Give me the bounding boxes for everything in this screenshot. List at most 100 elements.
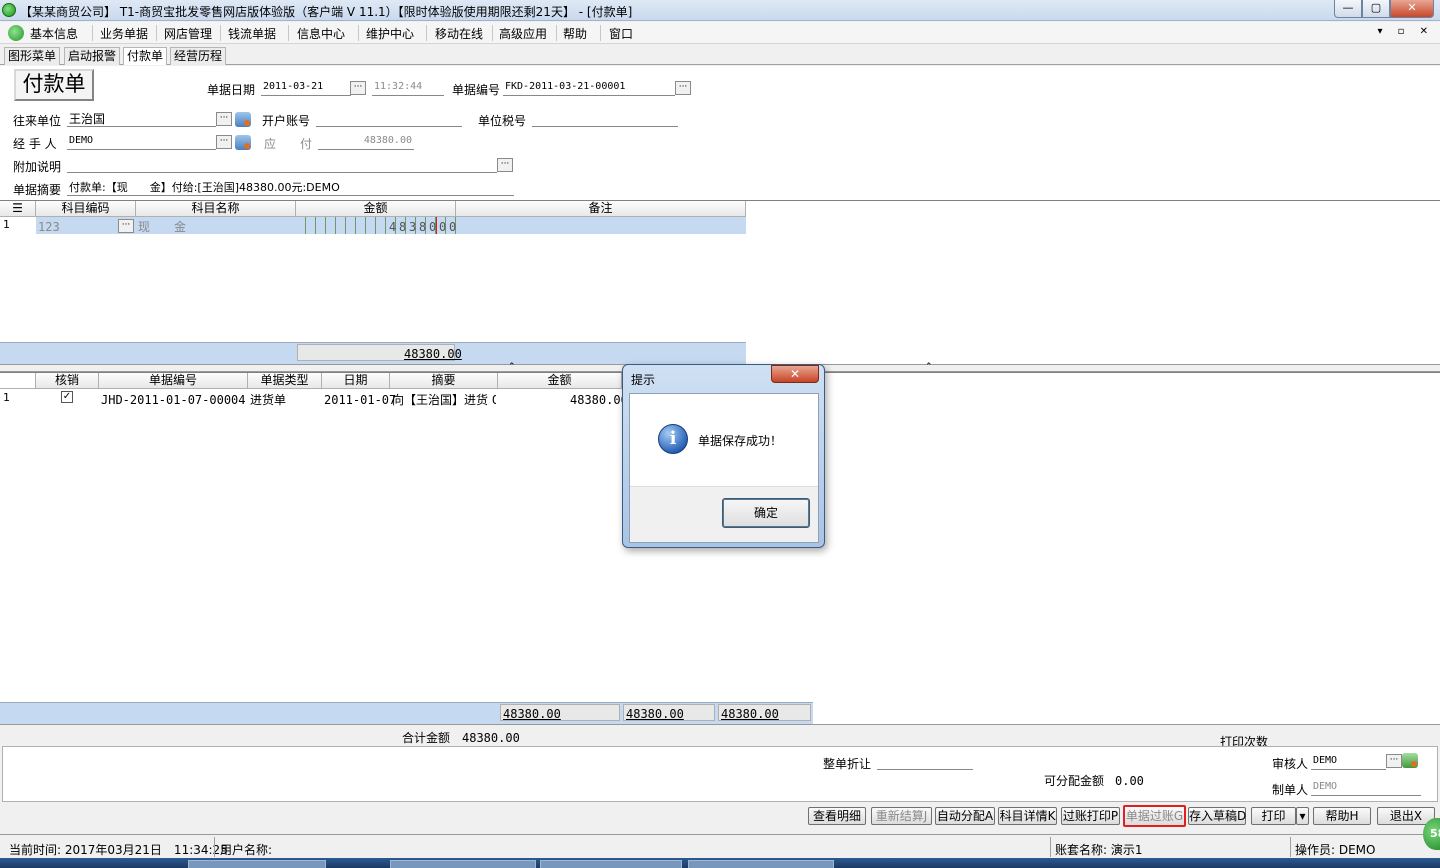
handler-field[interactable]: DEMO [67,133,216,150]
handler-label: 经 手 人 [13,137,57,151]
number-lookup-button[interactable]: ··· [675,81,691,95]
sum-row: 合计金额 48380.00 打印次数 [0,724,1440,749]
taskbar-button[interactable] [188,860,326,868]
subject-detail-button[interactable]: 科目详情K [998,807,1057,825]
time-field[interactable]: 11:32:44 [372,79,444,96]
account-field[interactable] [316,110,462,127]
post-print-button[interactable]: 过账打印P [1061,807,1120,825]
reviewer-picker-icon[interactable] [1402,753,1418,768]
doc-number-cell[interactable]: JHD-2011-01-07-00004 [101,393,246,407]
menu-advanced[interactable]: 高级应用 [499,25,547,42]
grid-corner-icon[interactable]: ☰ [0,201,36,217]
column-header[interactable]: 单据类型 [248,373,322,389]
menu-business-docs[interactable]: 业务单据 [100,25,148,42]
partner-picker-icon[interactable] [235,112,251,127]
note-lookup-button[interactable]: ··· [497,158,513,172]
taxno-label: 单位税号 [478,114,527,128]
reviewer-label: 审核人 [1272,757,1309,771]
menu-maintenance[interactable]: 维护中心 [366,25,414,42]
menu-cashflow-docs[interactable]: 钱流单据 [228,25,276,42]
reviewer-lookup-button[interactable]: ··· [1386,754,1402,768]
handler-picker-icon[interactable] [235,135,251,150]
menu-separator [600,25,601,41]
tab-payment-voucher[interactable]: 付款单 [123,47,168,65]
status-operator: 操作员: DEMO [1295,843,1376,857]
doc-summary-cell[interactable]: 向【王治国】进货 0 [392,391,496,408]
mdi-window-controls[interactable]: ▾ ▫ ✕ [1377,26,1434,37]
menu-separator [358,25,359,41]
column-header[interactable]: 备注 [456,201,746,217]
column-header[interactable]: 金额 [498,373,622,389]
menu-basic-info[interactable]: 基本信息 [30,25,78,42]
chevron-up-icon[interactable]: ⌃ [925,362,933,372]
column-header[interactable]: 科目编码 [36,201,136,217]
maximize-button[interactable]: ▢ [1362,0,1390,18]
column-header[interactable]: 科目名称 [136,201,296,217]
status-separator [214,837,215,857]
column-header[interactable]: 单据编号 [99,373,248,389]
amount-digit: 4 [389,220,397,234]
ok-button[interactable]: 确定 [722,498,810,528]
minimize-button[interactable]: — [1334,0,1362,18]
menu-webshop[interactable]: 网店管理 [164,25,212,42]
doc-amount-cell[interactable]: 48380.00 [570,393,628,407]
date-picker-button[interactable]: ··· [350,81,366,95]
menu-mobile[interactable]: 移动在线 [435,25,483,42]
subject-code-cell[interactable]: 123 [38,220,60,234]
taskbar-button[interactable] [540,860,682,868]
menu-help[interactable]: 帮助 [563,25,587,42]
partner-field[interactable]: 王治国 [67,110,216,127]
chevron-up-icon[interactable]: ⌃ [508,362,516,372]
doc-type-cell[interactable]: 进货单 [250,391,286,408]
menu-bar: 基本信息 业务单据 网店管理 钱流单据 信息中心 维护中心 移动在线 高级应用 … [0,22,1440,44]
status-bar: 当前时间: 2017年03月21日 11:34:25 用户名称: 账套名称: 演… [0,834,1440,858]
tab-graphic-menu[interactable]: 图形菜单 [4,47,61,65]
sum-label: 合计金额 [402,731,451,745]
subject-name-cell[interactable]: 现 金 [138,218,186,235]
column-header[interactable]: 金额 [296,201,456,217]
amount-digit: 0 [429,220,437,234]
menu-separator [426,25,427,41]
note-field[interactable] [67,156,497,173]
status-current-time: 当前时间: 2017年03月21日 11:34:25 [9,843,228,857]
view-detail-button[interactable]: 查看明细 [808,807,866,825]
writeoff-checkbox[interactable]: ✓ [61,391,73,403]
amount-digit: 3 [409,220,417,234]
doc-date-cell[interactable]: 2011-01-07 [324,393,396,407]
auto-allocate-button[interactable]: 自动分配A [935,807,995,825]
partner-label: 往来单位 [13,114,62,128]
close-window-button[interactable]: ✕ [1390,0,1434,18]
help-button[interactable]: 帮助H [1313,807,1371,825]
reviewer-field[interactable]: DEMO [1311,753,1386,770]
column-header[interactable]: 核销 [36,373,99,389]
menu-window[interactable]: 窗口 [609,25,633,42]
grid-corner [0,373,36,389]
menu-info-center[interactable]: 信息中心 [297,25,345,42]
column-header[interactable]: 日期 [322,373,390,389]
maker-field: DEMO [1311,779,1421,796]
date-field[interactable]: 2011-03-21 [261,79,351,96]
subject-lookup-button[interactable]: ··· [118,219,134,233]
payable-field: 48380.00 [318,133,414,150]
number-field[interactable]: FKD-2011-03-21-00001 [503,79,675,96]
partner-lookup-button[interactable]: ··· [216,112,232,126]
app-menu-icon[interactable] [8,25,24,41]
print-button[interactable]: 打印 [1251,807,1296,825]
discount-field[interactable] [877,753,973,770]
taxno-field[interactable] [532,110,678,127]
tab-startup-alerts[interactable]: 启动报警 [64,47,121,65]
print-dropdown-chevron-icon[interactable]: ▾ [1296,807,1309,825]
resettle-button[interactable]: 重新结算J [871,807,932,825]
tab-business-history[interactable]: 经营历程 [170,47,227,65]
post-voucher-button[interactable]: 单据过账G [1123,805,1186,827]
summary-field[interactable]: 付款单:【现 金】付给:[王治国]48380.00元:DEMO [67,179,514,196]
taskbar-button[interactable] [390,860,536,868]
column-header[interactable]: 摘要 [390,373,498,389]
handler-lookup-button[interactable]: ··· [216,135,232,149]
dialog-title: 提示 [631,373,656,387]
taskbar-button[interactable] [688,860,834,868]
amount-digit: 0 [449,220,457,234]
dialog-close-button[interactable]: ✕ [771,365,819,383]
save-draft-button[interactable]: 存入草稿D [1188,807,1246,825]
menu-separator [288,25,289,41]
